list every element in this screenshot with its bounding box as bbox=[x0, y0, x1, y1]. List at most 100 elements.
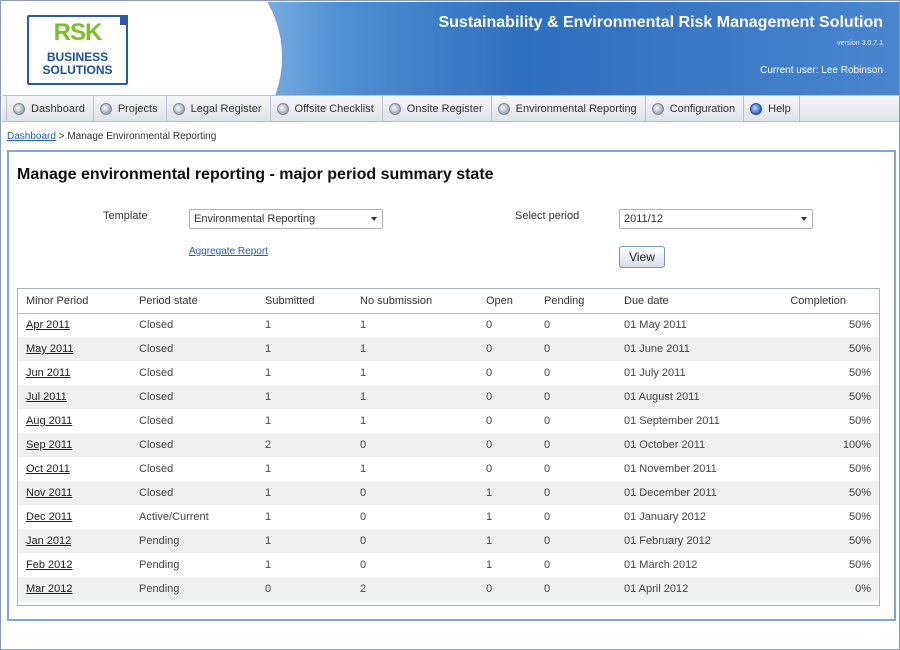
open-count: 0 bbox=[486, 367, 493, 379]
app-version: version 3.0.7.1 bbox=[837, 40, 883, 47]
no-submission-count: 2 bbox=[352, 577, 478, 601]
submitted-count: 1 bbox=[265, 415, 272, 427]
completion: 100% bbox=[771, 433, 879, 457]
period-select[interactable]: 2011/12 bbox=[619, 209, 813, 229]
help-icon bbox=[750, 102, 763, 115]
dashboard-icon bbox=[13, 102, 25, 115]
col-no-submission: No submission bbox=[352, 289, 478, 314]
minor-period-link[interactable]: Aug 2011 bbox=[26, 415, 72, 427]
nav-onsite-register[interactable]: Onsite Register bbox=[383, 96, 492, 121]
open-count: 0 bbox=[486, 415, 493, 427]
main-nav: Dashboard Projects Legal Register Offsit… bbox=[2, 95, 899, 122]
minor-period-link[interactable]: May 2011 bbox=[26, 343, 74, 355]
pending-count: 0 bbox=[544, 415, 551, 427]
table-row: Apr 2011 Closed 1 1 0 0 01 May 2011 50% bbox=[18, 313, 879, 337]
template-select[interactable]: Environmental Reporting bbox=[189, 209, 383, 229]
completion: 50% bbox=[848, 463, 871, 475]
table-row: Jun 2011 Closed 1 1 0 0 01 July 2011 50% bbox=[18, 361, 879, 385]
col-minor-period: Minor Period bbox=[18, 289, 131, 314]
logo-solutions: SOLUTIONS bbox=[42, 63, 113, 77]
completion: 0% bbox=[771, 577, 879, 601]
nav-help[interactable]: Help bbox=[744, 96, 800, 121]
completion: 50% bbox=[771, 529, 879, 553]
no-submission-count: 1 bbox=[360, 367, 367, 379]
app-title: Sustainability & Environmental Risk Mana… bbox=[438, 14, 883, 31]
period-state: Active/Current bbox=[139, 511, 209, 523]
due-date: 01 December 2011 bbox=[616, 481, 771, 505]
nav-offsite-checklist[interactable]: Offsite Checklist bbox=[271, 96, 383, 121]
submitted-count: 1 bbox=[257, 385, 352, 409]
nav-label: Configuration bbox=[669, 102, 736, 115]
nav-dashboard[interactable]: Dashboard bbox=[6, 96, 94, 121]
logo-business: BUSINESS bbox=[46, 50, 109, 64]
due-date: 01 January 2012 bbox=[624, 511, 706, 523]
minor-period-link[interactable]: Feb 2012 bbox=[26, 559, 72, 571]
nav-legal-register[interactable]: Legal Register bbox=[167, 96, 271, 121]
no-submission-count: 0 bbox=[360, 559, 367, 571]
no-submission-count: 1 bbox=[360, 415, 367, 427]
open-count: 1 bbox=[486, 511, 493, 523]
pending-count: 0 bbox=[544, 367, 551, 379]
open-count: 0 bbox=[478, 433, 536, 457]
table-row: Feb 2012 Pending 1 0 1 0 01 March 2012 5… bbox=[18, 553, 879, 577]
due-date: 01 June 2011 bbox=[616, 337, 771, 361]
table-row: Jul 2011 Closed 1 1 0 0 01 August 2011 5… bbox=[18, 385, 879, 409]
minor-period-link[interactable]: Jan 2012 bbox=[26, 535, 71, 547]
open-count: 0 bbox=[486, 463, 493, 475]
no-submission-count: 1 bbox=[352, 385, 478, 409]
minor-period-link[interactable]: Jul 2011 bbox=[26, 391, 67, 403]
submitted-count: 1 bbox=[257, 481, 352, 505]
submitted-count: 2 bbox=[257, 433, 352, 457]
minor-period-link[interactable]: Jun 2011 bbox=[26, 367, 70, 379]
minor-period-link[interactable]: Apr 2011 bbox=[26, 319, 70, 331]
submitted-count: 1 bbox=[265, 511, 272, 523]
nav-projects[interactable]: Projects bbox=[94, 96, 167, 121]
table-row: Sep 2011 Closed 2 0 0 0 01 October 2011 … bbox=[18, 433, 879, 457]
open-count: 1 bbox=[486, 559, 493, 571]
table-row: Oct 2011 Closed 1 1 0 0 01 November 2011… bbox=[18, 457, 879, 481]
completion: 50% bbox=[848, 559, 871, 571]
no-submission-count: 0 bbox=[352, 481, 478, 505]
nav-label: Onsite Register bbox=[406, 102, 483, 115]
completion: 50% bbox=[771, 337, 879, 361]
submitted-count: 1 bbox=[257, 529, 352, 553]
nav-configuration[interactable]: Configuration bbox=[646, 96, 745, 121]
summary-table: Minor Period Period state Submitted No s… bbox=[17, 288, 880, 606]
minor-period-link[interactable]: Mar 2012 bbox=[26, 583, 72, 595]
projects-icon bbox=[99, 102, 112, 115]
table-row: Jan 2012 Pending 1 0 1 0 01 February 201… bbox=[18, 529, 879, 553]
period-label: Select period bbox=[515, 210, 580, 222]
app-window: RSK BUSINESS SOLUTIONS Sustainability & … bbox=[0, 0, 900, 650]
nav-environmental-reporting[interactable]: Environmental Reporting bbox=[492, 96, 646, 121]
due-date: 01 July 2011 bbox=[624, 367, 686, 379]
header-swoosh bbox=[122, 2, 282, 95]
minor-period-link[interactable]: Oct 2011 bbox=[26, 463, 70, 475]
no-submission-count: 1 bbox=[360, 463, 367, 475]
minor-period-link[interactable]: Nov 2011 bbox=[26, 487, 72, 499]
view-button[interactable]: View bbox=[619, 246, 665, 268]
breadcrumb-current: > Manage Environmental Reporting bbox=[55, 131, 217, 142]
breadcrumb: Dashboard > Manage Environmental Reporti… bbox=[7, 131, 216, 142]
period-state: Closed bbox=[131, 337, 257, 361]
due-date: 01 April 2012 bbox=[616, 577, 771, 601]
table-row: May 2011 Closed 1 1 0 0 01 June 2011 50% bbox=[18, 337, 879, 361]
period-select-value: 2011/12 bbox=[624, 213, 663, 225]
no-submission-count: 0 bbox=[360, 511, 367, 523]
open-count: 0 bbox=[486, 319, 493, 332]
nav-label: Environmental Reporting bbox=[515, 102, 637, 115]
rsk-logo[interactable]: RSK BUSINESS SOLUTIONS bbox=[27, 15, 128, 85]
minor-period-link[interactable]: Sep 2011 bbox=[26, 439, 72, 451]
submitted-count: 0 bbox=[257, 577, 352, 601]
due-date: 01 September 2011 bbox=[624, 415, 720, 427]
pending-count: 0 bbox=[544, 463, 551, 475]
pending-count: 0 bbox=[544, 559, 551, 571]
due-date: 01 May 2011 bbox=[624, 319, 687, 332]
aggregate-report-link[interactable]: Aggregate Report bbox=[189, 246, 268, 257]
breadcrumb-dashboard-link[interactable]: Dashboard bbox=[7, 131, 56, 142]
gear-icon bbox=[651, 102, 664, 115]
due-date: 01 October 2011 bbox=[616, 433, 771, 457]
minor-period-link[interactable]: Dec 2011 bbox=[26, 511, 72, 523]
nav-label: Help bbox=[768, 102, 791, 115]
no-submission-count: 1 bbox=[360, 319, 367, 332]
period-state: Pending bbox=[131, 529, 257, 553]
